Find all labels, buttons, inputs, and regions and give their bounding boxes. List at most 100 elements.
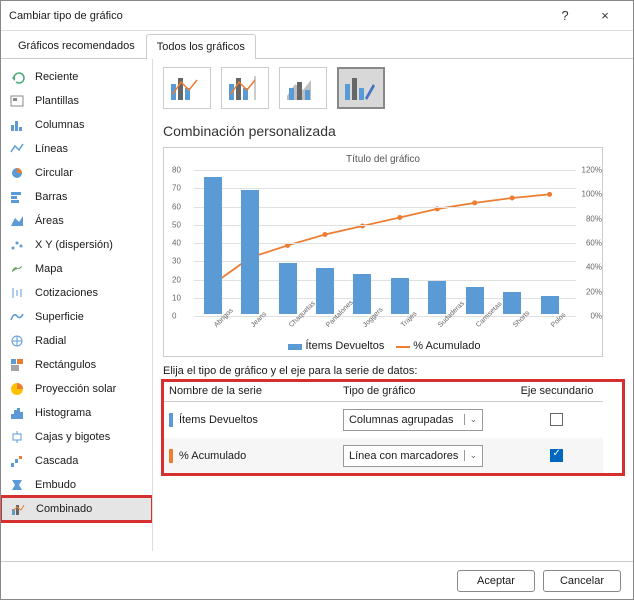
plot-area: 010203040506070800%20%40%60%80%100%120%A… <box>194 170 576 314</box>
tab-recommended[interactable]: Gráficos recomendados <box>7 33 146 58</box>
sidebar-item-label: Reciente <box>35 71 78 83</box>
secondary-axis-checkbox[interactable] <box>550 449 563 462</box>
sidebar-item-label: Mapa <box>35 263 63 275</box>
chart-type-icon <box>9 405 27 421</box>
sidebar-item-rect-ngulos[interactable]: Rectángulos <box>1 353 152 377</box>
chart-type-icon <box>9 213 27 229</box>
series-swatch <box>169 413 173 427</box>
sidebar-item-label: Columnas <box>35 119 85 131</box>
col-axis: Eje secundario <box>511 381 603 402</box>
chart-type-icon <box>9 453 27 469</box>
combo-subtype-3[interactable] <box>279 67 327 109</box>
sidebar-item-label: Proyección solar <box>35 383 116 395</box>
series-row: % Acumulado Línea con marcadores⌄ <box>163 438 603 474</box>
sidebar-item-label: Cajas y bigotes <box>35 431 110 443</box>
sidebar-item-label: Histograma <box>35 407 91 419</box>
sidebar-item-label: Líneas <box>35 143 68 155</box>
chevron-down-icon: ⌄ <box>464 414 482 425</box>
chart-type-icon <box>9 69 27 85</box>
chart-type-icon <box>9 381 27 397</box>
sidebar-item-superficie[interactable]: Superficie <box>1 305 152 329</box>
legend-swatch-1 <box>288 344 302 350</box>
chart-type-icon <box>9 309 27 325</box>
secondary-axis-checkbox[interactable] <box>550 413 563 426</box>
bar <box>279 263 297 314</box>
dialog-footer: Aceptar Cancelar <box>1 561 633 599</box>
cancel-button[interactable]: Cancelar <box>543 570 621 592</box>
chart-type-icon <box>9 357 27 373</box>
sidebar-item-label: Áreas <box>35 215 64 227</box>
bar <box>204 177 222 314</box>
chart-type-icon <box>9 93 27 109</box>
chart-type-icon <box>9 261 27 277</box>
sidebar-item-embudo[interactable]: Embudo <box>1 473 152 497</box>
sidebar-item-label: Plantillas <box>35 95 79 107</box>
series-row: Ítems Devueltos Columnas agrupadas⌄ <box>163 402 603 438</box>
sidebar-item-label: Radial <box>35 335 66 347</box>
chart-type-icon <box>9 165 27 181</box>
bar <box>241 190 259 314</box>
sidebar-item-label: Combinado <box>36 503 92 515</box>
chart-type-icon <box>9 141 27 157</box>
sidebar-item-columnas[interactable]: Columnas <box>1 113 152 137</box>
sidebar-item-label: Rectángulos <box>35 359 96 371</box>
bar <box>353 274 371 314</box>
sidebar-item-label: Barras <box>35 191 67 203</box>
chart-type-icon <box>10 501 28 517</box>
combo-subtype-2[interactable] <box>221 67 269 109</box>
sidebar-item-cotizaciones[interactable]: Cotizaciones <box>1 281 152 305</box>
col-name: Nombre de la serie <box>163 381 337 402</box>
series-type-select[interactable]: Línea con marcadores⌄ <box>343 445 483 467</box>
bar <box>316 268 334 314</box>
bar <box>503 292 521 314</box>
bar <box>541 296 559 314</box>
titlebar: Cambiar tipo de gráfico ? × <box>1 1 633 31</box>
sidebar-item-circular[interactable]: Circular <box>1 161 152 185</box>
sidebar-item-label: Embudo <box>35 479 76 491</box>
content-pane: Combinación personalizada Título del grá… <box>153 59 633 551</box>
ok-button[interactable]: Aceptar <box>457 570 535 592</box>
legend-swatch-2 <box>396 346 410 348</box>
sidebar-item-barras[interactable]: Barras <box>1 185 152 209</box>
col-type: Tipo de gráfico <box>337 381 511 402</box>
sidebar-item-mapa[interactable]: Mapa <box>1 257 152 281</box>
series-name: Ítems Devueltos <box>179 414 258 426</box>
sidebar-item-proyecci-n-solar[interactable]: Proyección solar <box>1 377 152 401</box>
section-title: Combinación personalizada <box>163 123 623 139</box>
series-instruction: Elija el tipo de gráfico y el eje para l… <box>163 365 623 377</box>
legend-label-1: Ítems Devueltos <box>305 340 384 352</box>
subtype-row <box>163 67 623 109</box>
sidebar-item-cascada[interactable]: Cascada <box>1 449 152 473</box>
close-button[interactable]: × <box>585 8 625 23</box>
sidebar-item-histograma[interactable]: Histograma <box>1 401 152 425</box>
sidebar-item-radial[interactable]: Radial <box>1 329 152 353</box>
sidebar-item-combinado[interactable]: Combinado <box>1 497 152 521</box>
chart-type-icon <box>9 285 27 301</box>
legend-label-2: % Acumulado <box>413 340 480 352</box>
combo-subtype-1[interactable] <box>163 67 211 109</box>
window-title: Cambiar tipo de gráfico <box>9 10 545 22</box>
sidebar-item-label: X Y (dispersión) <box>35 239 113 251</box>
sidebar-item-plantillas[interactable]: Plantillas <box>1 89 152 113</box>
sidebar-item--reas[interactable]: Áreas <box>1 209 152 233</box>
tab-all[interactable]: Todos los gráficos <box>146 34 256 59</box>
bar <box>466 287 484 314</box>
sidebar-item-label: Circular <box>35 167 73 179</box>
chevron-down-icon: ⌄ <box>464 450 482 461</box>
series-swatch <box>169 449 173 463</box>
chart-preview: Título del gráfico 010203040506070800%20… <box>163 147 603 357</box>
chart-type-icon <box>9 477 27 493</box>
tab-bar: Gráficos recomendados Todos los gráficos <box>1 33 633 59</box>
combo-subtype-custom[interactable] <box>337 67 385 109</box>
chart-type-icon <box>9 189 27 205</box>
bar <box>428 281 446 314</box>
sidebar-item-cajas-y-bigotes[interactable]: Cajas y bigotes <box>1 425 152 449</box>
series-name: % Acumulado <box>179 449 246 461</box>
sidebar-item-l-neas[interactable]: Líneas <box>1 137 152 161</box>
chart-type-icon <box>9 117 27 133</box>
chart-type-sidebar: Reciente Plantillas Columnas Líneas Circular… <box>1 59 153 551</box>
sidebar-item-x-y-dispersi-n-[interactable]: X Y (dispersión) <box>1 233 152 257</box>
series-type-select[interactable]: Columnas agrupadas⌄ <box>343 409 483 431</box>
help-button[interactable]: ? <box>545 8 585 23</box>
sidebar-item-reciente[interactable]: Reciente <box>1 65 152 89</box>
